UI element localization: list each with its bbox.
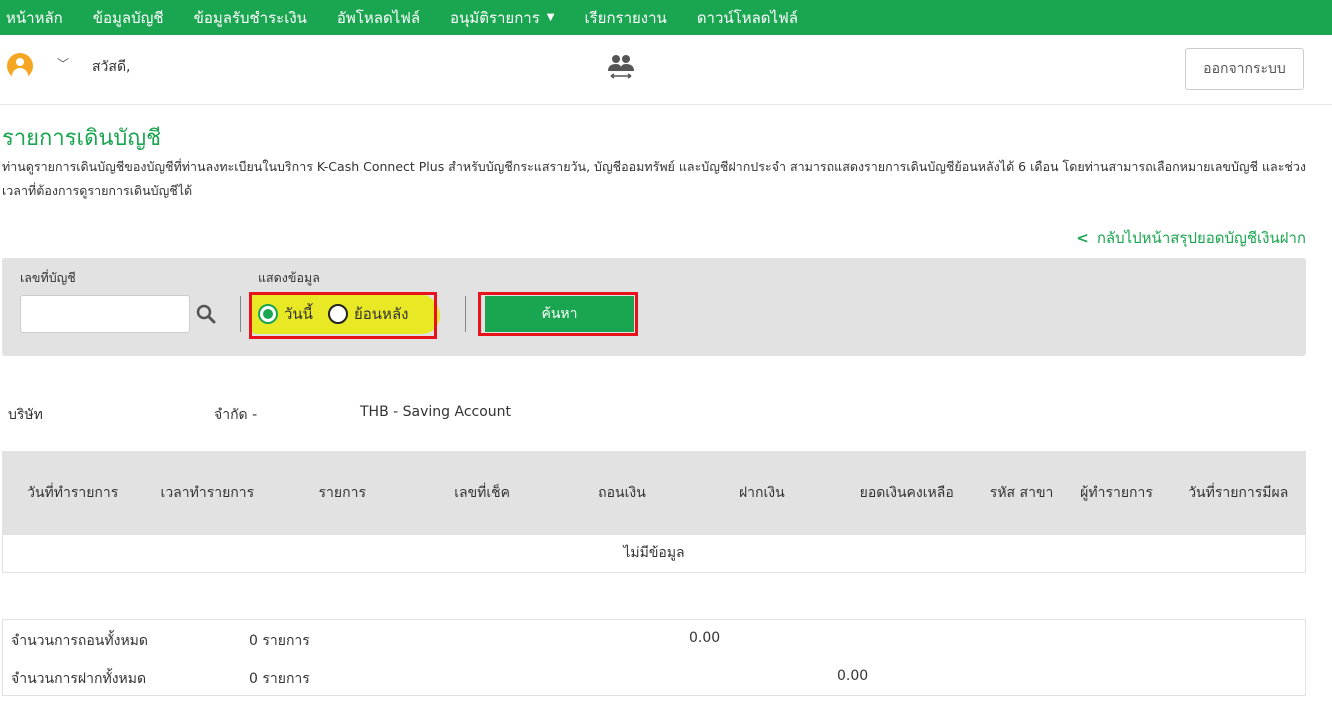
column-header: เวลาทำรายการ <box>142 451 273 535</box>
divider <box>240 296 241 332</box>
switch-user-icon[interactable] <box>605 51 637 83</box>
column-header: รหัส สาขา <box>981 451 1062 535</box>
nav-item-approve-transactions[interactable]: อนุมัติรายการ ▼ <box>450 6 554 30</box>
company-prefix: บริษัท <box>8 407 43 423</box>
withdraw-total: 0.00 <box>689 630 721 646</box>
page-title: รายการเดินบัญชี <box>2 126 162 151</box>
nav-item-label: อนุมัติรายการ <box>450 8 540 27</box>
column-header: วันที่ทำรายการ <box>2 451 143 535</box>
deposit-label: จำนวนการฝากทั้งหมด <box>11 671 147 687</box>
caret-down-icon: ▼ <box>546 12 555 23</box>
nav-item-label: เรียกรายงาน <box>584 8 667 27</box>
empty-message: ไม่มีข้อมูล <box>2 534 1306 573</box>
filter-panel: เลขที่บัญชี แสดงข้อมูล วันนี้ ย้อนหลัง ค… <box>2 258 1306 356</box>
page-description: ท่านดูรายการเดินบัญชีของบัญชีที่ท่านลงทะ… <box>2 159 1307 198</box>
nav-item-payment-info[interactable]: ข้อมูลรับชำระเงิน <box>194 6 307 30</box>
column-header: ผู้ทำรายการ <box>1061 451 1172 535</box>
column-header: รายการ <box>272 451 413 535</box>
account-number-label: เลขที่บัญชี <box>20 270 76 285</box>
nav-item-reports[interactable]: เรียกรายงาน <box>584 6 666 30</box>
user-avatar-icon[interactable] <box>7 53 33 79</box>
nav-item-upload-file[interactable]: อัพโหลดไฟล์ <box>337 6 420 30</box>
search-icon[interactable] <box>196 304 216 324</box>
nav-item-account-info[interactable]: ข้อมูลบัญชี <box>93 6 164 30</box>
nav-item-label: ดาวน์โหลดไฟล์ <box>696 8 798 27</box>
chevron-down-icon[interactable]: ﹀ <box>57 55 69 72</box>
deposit-count: 0 รายการ <box>249 671 310 687</box>
red-annotation-box <box>478 292 638 336</box>
nav-item-home[interactable]: หน้าหลัก <box>6 6 63 30</box>
deposit-summary-row: จำนวนการฝากทั้งหมด 0 รายการ 0.00 <box>3 658 1305 696</box>
nav-item-label: ข้อมูลบัญชี <box>92 8 164 27</box>
red-annotation-box <box>249 292 437 339</box>
avatar-body <box>12 68 28 79</box>
nav-item-label: อัพโหลดไฟล์ <box>336 8 421 27</box>
table-header-row: วันที่ทำรายการ เวลาทำรายการ รายการ เลขที… <box>2 451 1306 535</box>
account-type: THB - Saving Account <box>360 404 512 420</box>
company-suffix: จำกัด - <box>214 407 258 423</box>
user-greeting: สวัสดี, <box>92 59 131 75</box>
nav-item-download-file[interactable]: ดาวน์โหลดไฟล์ <box>697 6 798 30</box>
display-data-label: แสดงข้อมูล <box>258 270 320 285</box>
column-header: วันที่รายการมีผล <box>1171 451 1306 535</box>
table-row: ไม่มีข้อมูล <box>2 534 1306 573</box>
withdraw-label: จำนวนการถอนทั้งหมด <box>11 633 148 649</box>
avatar-head <box>16 58 24 66</box>
column-header: ยอดเงินคงเหลือ <box>831 451 982 535</box>
user-bar: ﹀ สวัสดี, ออกจากระบบ <box>0 35 1332 105</box>
transactions-table: วันที่ทำรายการ เวลาทำรายการ รายการ เลขที… <box>2 451 1306 573</box>
deposit-total: 0.00 <box>837 668 869 684</box>
withdraw-summary-row: จำนวนการถอนทั้งหมด 0 รายการ 0.00 <box>3 620 1305 658</box>
chevron-left-icon: < <box>1076 229 1089 247</box>
divider <box>465 296 466 332</box>
top-navigation-bar: หน้าหลัก ข้อมูลบัญชี ข้อมูลรับชำระเงิน อ… <box>0 0 1332 35</box>
column-header: เลขที่เช็ค <box>412 451 553 535</box>
back-link-label: กลับไปหน้าสรุปยอดบัญชีเงินฝาก <box>1096 229 1306 247</box>
account-number-input[interactable] <box>20 295 190 333</box>
back-to-summary-link[interactable]: < กลับไปหน้าสรุปยอดบัญชีเงินฝาก <box>1076 226 1306 250</box>
summary-panel: จำนวนการถอนทั้งหมด 0 รายการ 0.00 จำนวนกา… <box>2 619 1306 696</box>
nav-item-label: หน้าหลัก <box>6 8 63 27</box>
withdraw-count: 0 รายการ <box>249 633 310 649</box>
nav-item-label: ข้อมูลรับชำระเงิน <box>193 8 307 27</box>
column-header: ถอนเงิน <box>552 451 692 535</box>
column-header: ฝากเงิน <box>691 451 832 535</box>
logout-button[interactable]: ออกจากระบบ <box>1185 48 1304 90</box>
